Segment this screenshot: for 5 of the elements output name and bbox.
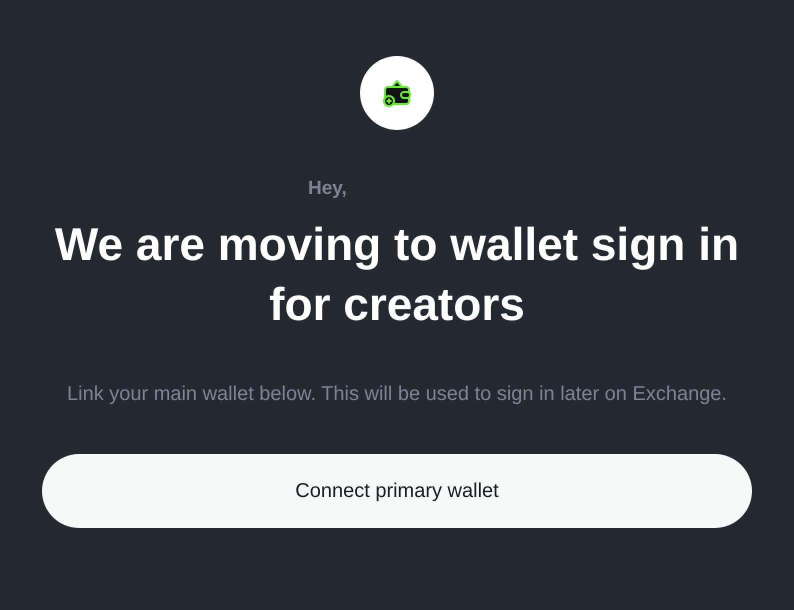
description: Link your main wallet below. This will be used to sign in later on Exchange. [67, 382, 727, 407]
headline: We are moving to wallet sign in for creators [54, 217, 740, 332]
connect-wallet-button[interactable]: Connect primary wallet [42, 454, 752, 528]
wallet-icon [381, 78, 413, 108]
greeting: Hey, [308, 178, 347, 200]
